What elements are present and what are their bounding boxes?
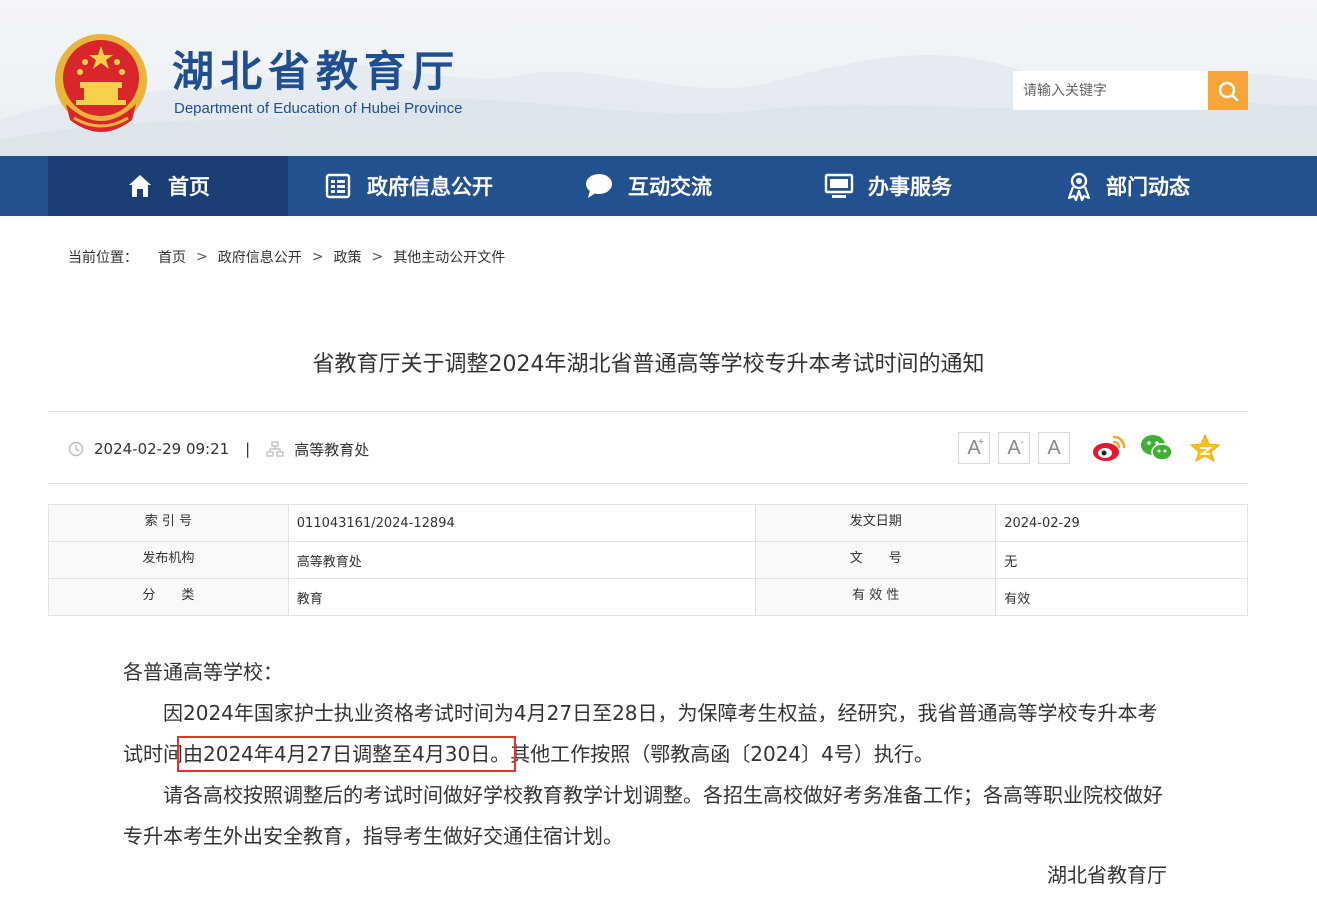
font-reset-button[interactable]: A [1038, 432, 1070, 464]
site-header: 湖北省教育厅 Department of Education of Hubei … [0, 0, 1317, 156]
title-divider [48, 411, 1248, 412]
table-row: 索 引 号 011043161/2024-12894 发文日期 2024-02-… [48, 504, 1248, 542]
nav-item-interaction[interactable]: 互动交流 [528, 156, 768, 216]
breadcrumb-label: 当前位置： [68, 250, 138, 266]
table-value: 2024-02-29 [995, 504, 1248, 542]
nav-item-label: 互动交流 [628, 175, 712, 199]
nav-item-label: 部门动态 [1106, 175, 1190, 199]
nav-item-home[interactable]: 首页 [48, 156, 288, 216]
table-key: 发文日期 [755, 504, 997, 542]
nav-item-services[interactable]: 办事服务 [768, 156, 1008, 216]
search-input[interactable] [1013, 71, 1208, 110]
table-value: 有效 [995, 578, 1248, 616]
signature: 湖北省教育厅 [1047, 863, 1167, 887]
paragraph-text: 其他工作按照（鄂教高函〔2024〕4号）执行。 [510, 742, 934, 766]
nav-item-label: 办事服务 [868, 175, 952, 199]
meta-divider: | [245, 440, 251, 458]
font-decrease-button[interactable]: A- [998, 432, 1030, 464]
table-value: 无 [995, 541, 1248, 579]
breadcrumb-gov-info[interactable]: 政府信息公开 [218, 247, 302, 267]
body-paragraph-1: 因2024年国家护士执业资格考试时间为4月27日至28日，为保障考生权益，经研究… [123, 693, 1175, 775]
search-button[interactable] [1208, 71, 1248, 110]
favorite-button[interactable] [1188, 431, 1222, 465]
share-weibo-button[interactable] [1092, 431, 1126, 465]
meta-divider-line [48, 483, 1248, 484]
table-key: 发布机构 [48, 541, 289, 579]
document-info-table: 索 引 号 011043161/2024-12894 发文日期 2024-02-… [48, 504, 1248, 616]
publish-department: 高等教育处 [294, 440, 370, 459]
nav-item-gov-info[interactable]: 政府信息公开 [288, 156, 528, 216]
highlighted-date-change: 由2024年4月27日调整至4月30日。 [176, 736, 517, 772]
monitor-icon [824, 173, 854, 198]
publish-datetime: 2024-02-29 09:21 [94, 440, 230, 458]
table-row: 发布机构 高等教育处 文 号 无 [48, 541, 1248, 579]
font-size-controls: A + A- A [958, 432, 1070, 464]
table-value: 011043161/2024-12894 [287, 504, 757, 542]
salutation: 各普通高等学校： [123, 660, 283, 684]
table-value: 教育 [287, 578, 757, 616]
document-list-icon [325, 173, 351, 199]
share-bar [1092, 431, 1222, 465]
minus-mark: - [1020, 437, 1024, 448]
table-key: 有 效 性 [755, 578, 997, 616]
star-icon [1189, 433, 1221, 463]
breadcrumb-separator: > [311, 249, 324, 265]
nav-item-label: 政府信息公开 [367, 175, 493, 199]
breadcrumb-separator: > [196, 249, 208, 265]
nav-item-dept-news[interactable]: 部门动态 [1008, 156, 1248, 216]
weibo-icon [1093, 435, 1126, 461]
table-key: 文 号 [755, 541, 997, 579]
org-chart-icon [266, 441, 284, 457]
home-icon [129, 175, 151, 197]
font-increase-button[interactable]: A + [958, 432, 990, 464]
breadcrumb: 当前位置： 首页 > 政府信息公开 > 政策 > 其他主动公开文件 [68, 247, 505, 267]
share-wechat-button[interactable] [1140, 431, 1174, 465]
font-reset-label: A [1047, 436, 1061, 459]
plus-mark: + [978, 437, 984, 448]
site-subtitle: Department of Education of Hubei Provinc… [174, 100, 463, 117]
wechat-icon [1141, 435, 1173, 461]
article-body: 各普通高等学校： 因2024年国家护士执业资格考试时间为4月27日至28日，为保… [123, 652, 1175, 857]
national-emblem-icon[interactable] [52, 30, 150, 134]
table-key: 分 类 [48, 578, 289, 616]
search-icon [1218, 81, 1239, 101]
article-title: 省教育厅关于调整2024年湖北省普通高等学校专升本考试时间的通知 [312, 352, 985, 377]
breadcrumb-home[interactable]: 首页 [158, 247, 186, 267]
clock-icon [68, 441, 84, 457]
breadcrumb-policy[interactable]: 政策 [333, 247, 361, 267]
table-key: 索 引 号 [48, 504, 289, 542]
table-row: 分 类 教育 有 效 性 有效 [48, 578, 1248, 616]
breadcrumb-other-files[interactable]: 其他主动公开文件 [393, 247, 505, 267]
table-value: 高等教育处 [287, 541, 757, 579]
main-nav: 首页 政府信息公开 互动交流 办事服务 部门动态 [0, 156, 1317, 216]
site-title: 湖北省教育厅 [172, 47, 461, 96]
nav-item-label: 首页 [168, 175, 210, 199]
body-paragraph-2: 请各高校按照调整后的考试时间做好学校教育教学计划调整。各招生高校做好考务准备工作… [123, 783, 1163, 848]
breadcrumb-separator: > [371, 249, 384, 265]
article-meta: 2024-02-29 09:21 | 高等教育处 [68, 438, 369, 460]
font-decrease-label: A [1007, 436, 1021, 459]
chat-bubble-icon [586, 174, 612, 198]
person-badge-icon [1067, 172, 1091, 201]
